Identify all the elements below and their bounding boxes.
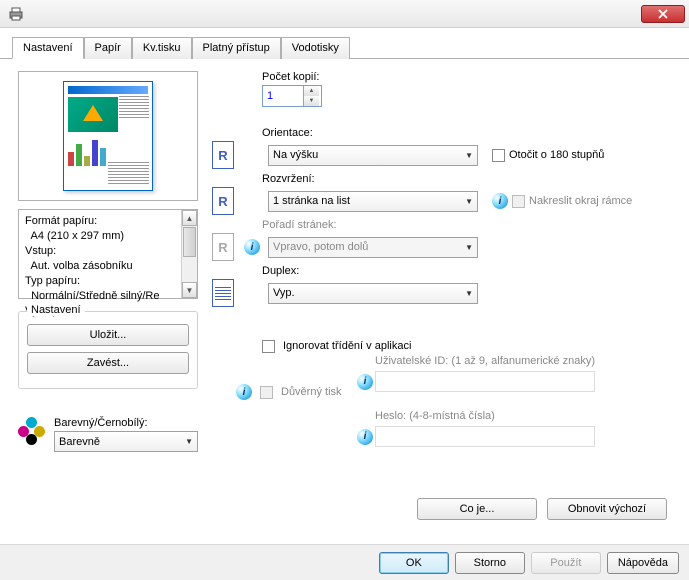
cancel-button[interactable]: Storno [455,552,525,574]
scroll-thumb[interactable] [183,227,196,257]
color-label: Barevný/Černobílý: [54,417,198,429]
border-label: Nakreslit okraj rámce [529,195,632,207]
duplex-value: Vyp. [273,287,295,299]
scroll-down-button[interactable]: ▼ [182,282,197,298]
confidential-label: Důvěrný tisk [281,386,342,398]
printer-icon [8,6,24,22]
tab-nastaveni[interactable]: Nastavení [12,37,84,59]
print-preview [18,71,198,201]
order-select: Vpravo, potom dolů ▼ [268,237,478,258]
confidential-checkbox [260,386,273,399]
color-mode-icon [18,417,46,445]
copies-input[interactable] [263,86,303,106]
tab-strip: Nastavení Papír Kv.tisku Platný přístup … [0,28,689,59]
restore-defaults-button[interactable]: Obnovit výchozí [547,498,667,520]
password-input [375,426,595,447]
info-icon[interactable]: i [236,384,252,400]
titlebar [0,0,689,28]
order-value: Vpravo, potom dolů [273,241,368,253]
info-icon[interactable]: i [357,374,373,390]
border-checkbox [512,195,525,208]
dialog-button-bar: OK Storno Použít Nápověda [0,544,689,580]
duplex-icon [212,279,234,307]
layout-select[interactable]: 1 stránka na list ▼ [268,191,478,212]
layout-label: Rozvržení: [262,173,671,185]
tab-kvtisku[interactable]: Kv.tisku [132,37,192,59]
ok-button[interactable]: OK [379,552,449,574]
order-label: Pořadí stránek: [262,219,671,231]
orientation-icon: R [212,141,234,169]
whatis-button[interactable]: Co je... [417,498,537,520]
info-line: Vstup: [25,244,191,259]
rotate-checkbox[interactable] [492,149,505,162]
info-line: Typ papíru: [25,274,191,289]
userid-input [375,371,595,392]
apply-button: Použít [531,552,601,574]
chevron-down-icon: ▼ [465,243,473,252]
settings-group-title: Nastavení [27,304,85,316]
userid-label: Uživatelské ID: (1 až 9, alfanumerické z… [375,355,665,367]
chevron-down-icon: ▼ [465,197,473,206]
layout-icon: R [212,187,234,215]
info-icon[interactable]: i [244,239,260,255]
orientation-select[interactable]: Na výšku ▼ [268,145,478,166]
tab-pristup[interactable]: Platný přístup [192,37,281,59]
info-icon[interactable]: i [492,193,508,209]
save-button[interactable]: Uložit... [27,324,189,346]
scroll-up-button[interactable]: ▲ [182,210,197,226]
copies-spinner[interactable]: ▲ ▼ [262,85,322,107]
color-select[interactable]: Barevně ▼ [54,431,198,452]
ignore-sort-checkbox[interactable] [262,340,275,353]
color-value: Barevně [59,436,100,448]
spinner-up[interactable]: ▲ [304,86,319,96]
rotate-label: Otočit o 180 stupňů [509,149,604,161]
close-icon [658,9,668,19]
chevron-down-icon: ▼ [465,151,473,160]
tab-vodotisky[interactable]: Vodotisky [281,37,350,59]
orientation-value: Na výšku [273,149,318,161]
spinner-down[interactable]: ▼ [304,96,319,106]
info-icon[interactable]: i [357,429,373,445]
paper-info-box: Formát papíru: A4 (210 x 297 mm) Vstup: … [18,209,198,299]
settings-group: Nastavení Uložit... Zavést... [18,311,198,389]
info-line: Aut. volba zásobníku [25,259,191,274]
chevron-down-icon: ▼ [465,289,473,298]
orientation-label: Orientace: [262,127,671,139]
info-scrollbar[interactable]: ▲ ▼ [181,210,197,298]
password-label: Heslo: (4-8-místná čísla) [375,410,665,422]
duplex-select[interactable]: Vyp. ▼ [268,283,478,304]
layout-value: 1 stránka na list [273,195,350,207]
help-button[interactable]: Nápověda [607,552,679,574]
info-line: Normální/Středně silný/Re [25,289,191,304]
chevron-down-icon: ▼ [185,437,193,446]
info-line: Formát papíru: [25,214,191,229]
duplex-label: Duplex: [262,265,671,277]
tab-papir[interactable]: Papír [84,37,132,59]
order-icon: R [212,233,234,261]
copies-label: Počet kopií: [262,71,671,83]
info-line: A4 (210 x 297 mm) [25,229,191,244]
load-button[interactable]: Zavést... [27,352,189,374]
ignore-sort-label: Ignorovat třídění v aplikaci [283,340,411,352]
close-button[interactable] [641,5,685,23]
